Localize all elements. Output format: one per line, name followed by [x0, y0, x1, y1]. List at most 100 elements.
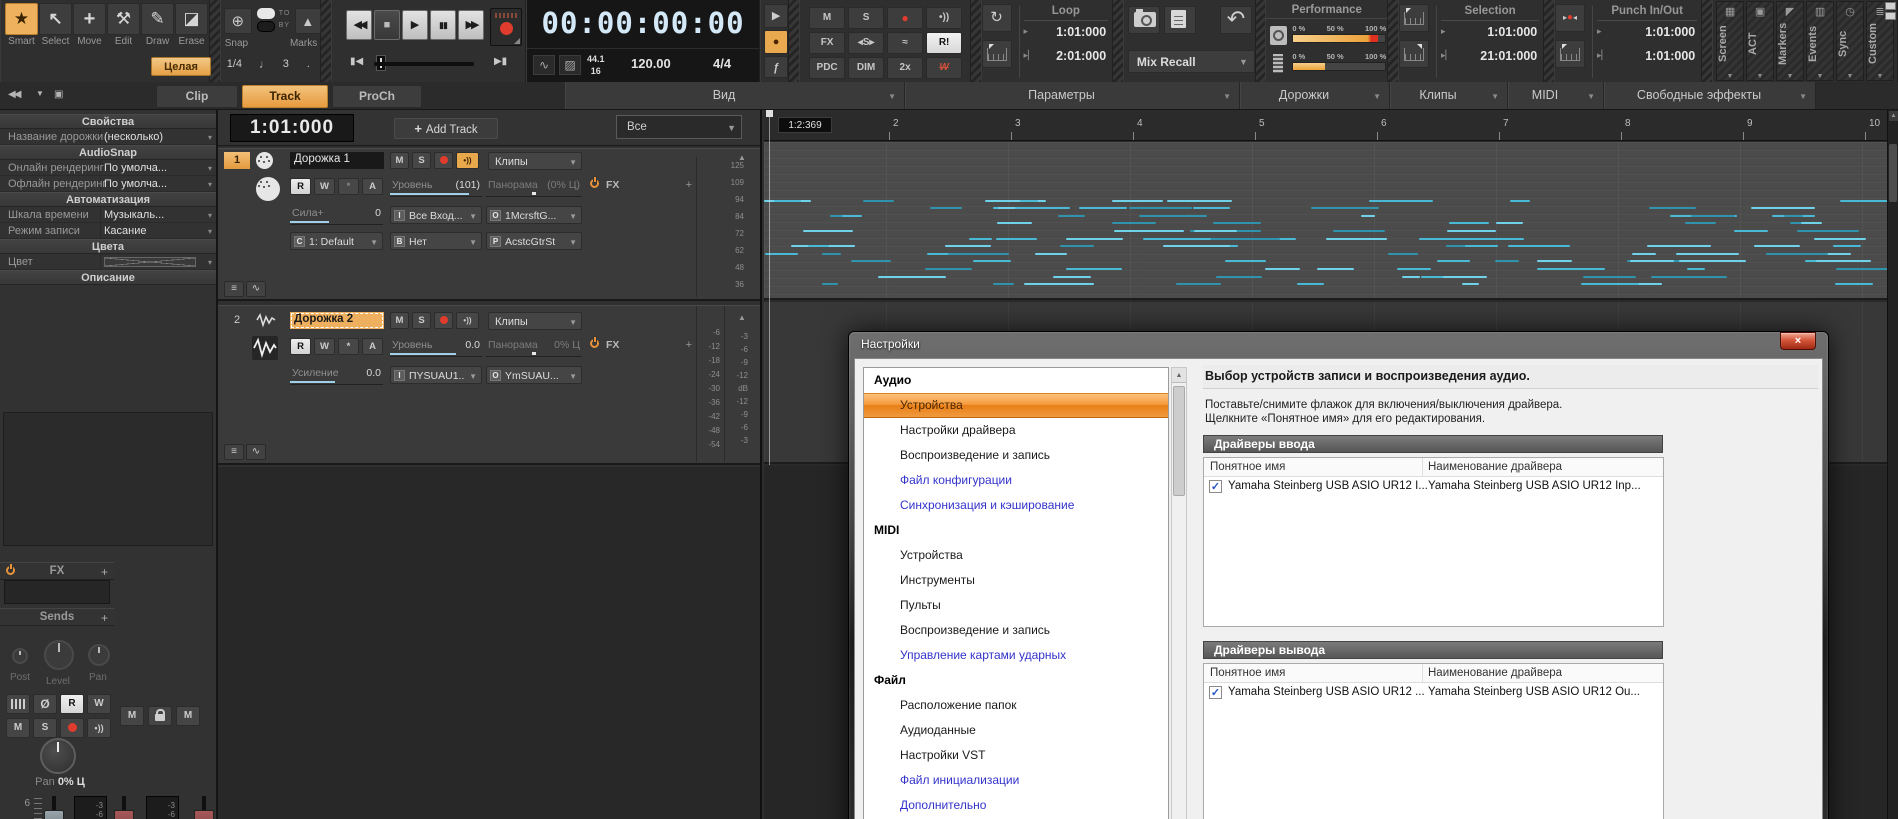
- midi-note[interactable]: [1326, 238, 1387, 240]
- track2-gain-slider[interactable]: Усиление0.0: [290, 365, 383, 385]
- audio-engine-icon[interactable]: ∿: [533, 55, 555, 75]
- nav-item[interactable]: Устройства: [864, 393, 1168, 418]
- midi-note[interactable]: [996, 238, 1037, 240]
- go-to-end-button[interactable]: ▶▮: [494, 56, 507, 67]
- midi-note[interactable]: [1814, 238, 1866, 240]
- punch-out-row[interactable]: ▸▏1:01:000: [1597, 45, 1697, 69]
- midi-note[interactable]: [1079, 207, 1127, 209]
- midi-note[interactable]: [1754, 245, 1800, 247]
- track2-read-button[interactable]: R: [290, 338, 311, 355]
- midi-note[interactable]: [1020, 200, 1038, 202]
- tool-erase-button[interactable]: Erase: [175, 3, 208, 47]
- chevron-down-icon[interactable]: ▾: [208, 227, 212, 236]
- snap-duration-button[interactable]: Целая: [151, 57, 211, 76]
- midi-note[interactable]: [1361, 215, 1375, 217]
- midi-note[interactable]: [1510, 200, 1530, 202]
- midi-note[interactable]: [1317, 268, 1354, 270]
- track1-velocity-slider[interactable]: Сила+0: [290, 205, 383, 225]
- mix-•))-button[interactable]: •)): [926, 7, 962, 29]
- midi-note[interactable]: [1751, 207, 1815, 209]
- fx-power-icon[interactable]: [590, 339, 599, 348]
- nav-item[interactable]: Пульты: [864, 593, 1168, 618]
- midi-note[interactable]: [1443, 276, 1487, 278]
- track1-name[interactable]: Дорожка 1: [290, 152, 384, 169]
- chevron-down-icon[interactable]: ▾: [208, 133, 212, 142]
- track1-fx-bin[interactable]: FX+: [588, 177, 696, 195]
- midi-note[interactable]: [1225, 260, 1266, 262]
- midi-note[interactable]: [945, 245, 991, 247]
- selection-start-row[interactable]: ▸1:01:000: [1441, 21, 1539, 45]
- side-tab-screen[interactable]: ▦Screen▼: [1716, 1, 1744, 81]
- track2-pan-slider[interactable]: Панорама0% Ц: [486, 337, 582, 357]
- property-row[interactable]: Офлайн рендерингПо умолча...▾: [0, 176, 216, 192]
- arm-button[interactable]: [60, 718, 84, 738]
- snap-dot[interactable]: .: [307, 58, 310, 70]
- midi-note[interactable]: [1462, 283, 1479, 285]
- mix-2x-button[interactable]: 2x: [887, 57, 923, 79]
- position-slider[interactable]: [374, 62, 474, 66]
- driver-checkbox[interactable]: ✓: [1209, 480, 1222, 493]
- mix-◂S▸-button[interactable]: ◂S▸: [848, 32, 884, 54]
- midi-note[interactable]: [1112, 200, 1149, 202]
- midi-note[interactable]: [1167, 200, 1232, 202]
- tab-proch[interactable]: ProCh: [332, 85, 422, 108]
- fader3-cap[interactable]: [194, 810, 214, 819]
- midi-note[interactable]: [1213, 222, 1261, 224]
- midi-note[interactable]: [1139, 215, 1207, 217]
- play-button[interactable]: ▶: [402, 10, 428, 40]
- chevron-down-icon[interactable]: ▾: [208, 211, 212, 220]
- midi-note[interactable]: [1066, 268, 1122, 270]
- phase-button[interactable]: Ø: [33, 694, 57, 714]
- nav-item[interactable]: Дополнительно: [864, 793, 1168, 818]
- midi-note[interactable]: [1035, 253, 1067, 255]
- track1-write-button[interactable]: W: [314, 178, 335, 195]
- midi-note[interactable]: [1583, 276, 1636, 278]
- midi-note[interactable]: [1471, 238, 1524, 240]
- nav-item[interactable]: Синхронизация и кэширование: [864, 493, 1168, 518]
- midi-note[interactable]: [1265, 268, 1300, 270]
- snap-grid-button[interactable]: ⊕: [224, 8, 252, 34]
- col-friendly-name[interactable]: Понятное имя: [1210, 667, 1285, 679]
- collapse-left-icon[interactable]: ◀◀: [8, 89, 19, 100]
- track2-name-edit[interactable]: Дорожка 2: [290, 312, 384, 329]
- loop-end-row[interactable]: ▸▏2:01:000: [1024, 45, 1109, 69]
- menu-2[interactable]: Параметры▼: [905, 82, 1240, 109]
- nav-item[interactable]: Файл конфигурации: [864, 468, 1168, 493]
- midi-note[interactable]: [1649, 207, 1696, 209]
- nav-item[interactable]: Настройки драйвера: [864, 418, 1168, 443]
- play-mini-button[interactable]: ▶: [764, 4, 788, 28]
- tool-edit-button[interactable]: Edit: [107, 3, 140, 47]
- tool-star-button[interactable]: Smart: [5, 3, 38, 47]
- midi-note[interactable]: [1147, 200, 1163, 202]
- midi-note[interactable]: [1647, 245, 1711, 247]
- now-time-display[interactable]: 1:01:000: [230, 114, 354, 142]
- midi-note[interactable]: [1496, 222, 1523, 224]
- midi-note[interactable]: [997, 222, 1032, 224]
- midi-note[interactable]: [1397, 268, 1431, 270]
- property-row[interactable]: Онлайн рендерингПо умолча...▾: [0, 160, 216, 176]
- scroll-thumb[interactable]: [1889, 144, 1897, 202]
- midi-note[interactable]: [1630, 260, 1674, 262]
- midi-note[interactable]: [1676, 253, 1739, 255]
- nav-item[interactable]: Воспроизведение и запись: [864, 443, 1168, 468]
- track2-mute-button[interactable]: M: [390, 312, 409, 329]
- mix-DIM-button[interactable]: DIM: [848, 57, 884, 79]
- midi-note[interactable]: [1210, 238, 1280, 240]
- track1-input-echo-button[interactable]: •)): [456, 152, 479, 169]
- midi-note[interactable]: [1388, 253, 1418, 255]
- midi-note[interactable]: [1194, 230, 1237, 232]
- midi-note[interactable]: [1835, 283, 1873, 285]
- bus-mute-button[interactable]: M: [120, 706, 144, 726]
- read-automation-button[interactable]: R: [60, 694, 84, 714]
- mix-S-button[interactable]: S: [848, 7, 884, 29]
- metronome-button[interactable]: ƒ: [764, 56, 788, 78]
- record-button[interactable]: [490, 8, 522, 46]
- track2-output-dropdown[interactable]: OYmSUAU...▼: [486, 366, 582, 384]
- track2-arm-button[interactable]: [434, 312, 453, 329]
- midi-note[interactable]: [1797, 230, 1859, 232]
- scroll-up-icon[interactable]: ▲: [1172, 368, 1186, 383]
- midi-note[interactable]: [774, 200, 801, 202]
- side-tab-act[interactable]: ▣ACT▼: [1746, 1, 1774, 81]
- property-row[interactable]: Режим записиКасание▾: [0, 223, 216, 239]
- track1-pan-slider[interactable]: Панорама(0% Ц): [486, 177, 582, 197]
